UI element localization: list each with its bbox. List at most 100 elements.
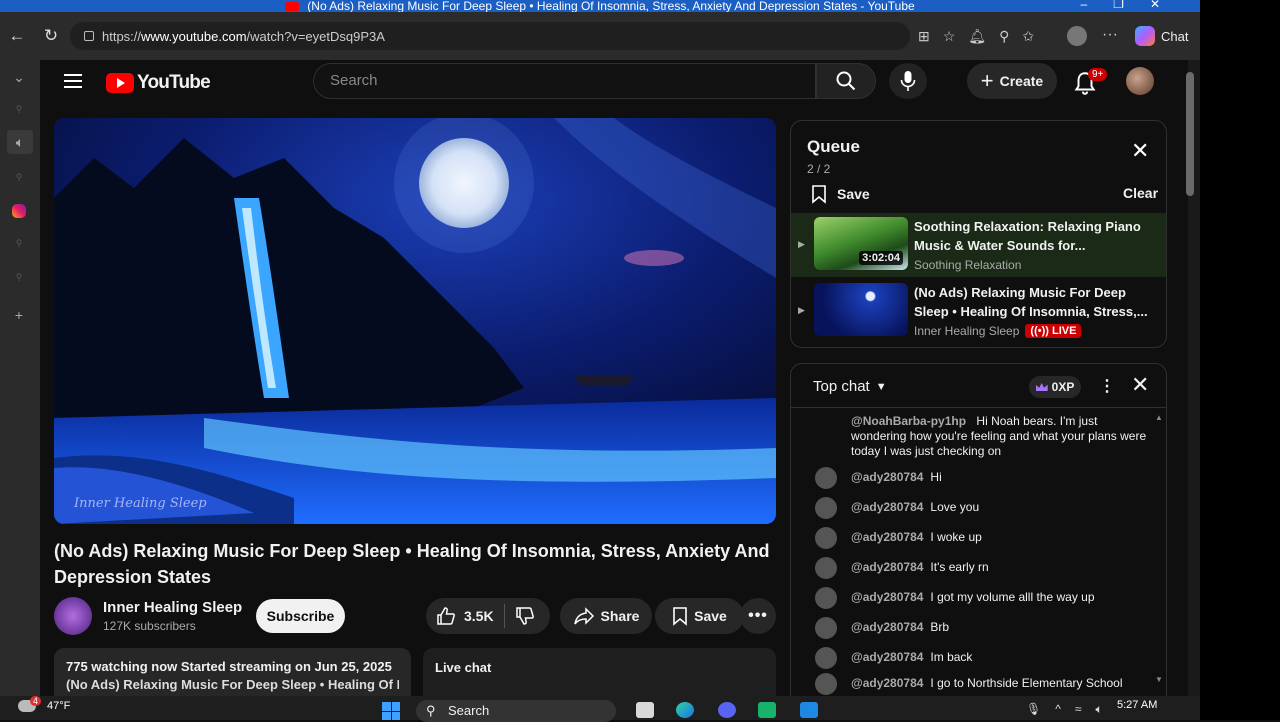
play-icon: ▶ [798, 305, 805, 315]
chevron-up-icon[interactable]: ^ [1055, 702, 1061, 717]
create-button[interactable]: + Create [967, 63, 1057, 99]
channel-name[interactable]: Inner Healing Sleep [103, 599, 242, 616]
like-button[interactable]: 3.5K [426, 606, 494, 626]
restore-icon[interactable]: ❐ [1113, 0, 1150, 11]
queue-item[interactable]: ▶ 3:02:04 Soothing Relaxation: Relaxing … [791, 213, 1166, 277]
queue-item-channel-name: Inner Healing Sleep [914, 324, 1020, 338]
weather-badge: 4 [30, 696, 42, 706]
instagram-icon[interactable] [12, 204, 26, 218]
hamburger-menu-icon[interactable] [64, 74, 82, 92]
wifi-icon[interactable]: ≈ [1075, 702, 1082, 717]
chat-message[interactable]: @ady280784 I woke up [815, 527, 1155, 549]
subscribe-button[interactable]: Subscribe [256, 599, 345, 633]
chat-more-icon[interactable]: ⋮ [1099, 376, 1115, 396]
speaker-icon[interactable]: 🔈︎ [7, 130, 33, 154]
copilot-chat-button[interactable]: Chat [1135, 26, 1188, 46]
chat-text: Im back [930, 650, 973, 664]
share-button[interactable]: Share [560, 598, 652, 634]
channel-avatar[interactable] [54, 597, 92, 635]
microphone-icon [900, 71, 916, 91]
save-button[interactable]: Save [655, 598, 744, 634]
video-player[interactable]: Inner Healing Sleep [54, 118, 776, 524]
chat-message[interactable]: @ady280784 Im back [815, 647, 1155, 669]
thumbs-down-icon[interactable] [515, 606, 535, 626]
page-scrollbar-thumb[interactable] [1186, 72, 1194, 196]
create-label: Create [999, 73, 1044, 89]
volume-icon[interactable]: 🔈︎ [1095, 702, 1102, 717]
description-text: (No Ads) Relaxing Music For Deep Sleep •… [66, 677, 399, 692]
search-input[interactable]: Search [313, 63, 816, 99]
sidebar-search-icon-2[interactable]: ⚲ [10, 168, 28, 186]
description-box[interactable]: 775 watching now Started streaming on Ju… [54, 648, 411, 696]
share-label: Share [600, 608, 640, 624]
notification-bell-icon[interactable]: 🔔︎ [968, 28, 986, 45]
queue-save-label: Save [837, 186, 870, 202]
chat-message[interactable]: @ady280784 It's early rn [815, 557, 1155, 579]
discord-icon[interactable] [718, 702, 736, 718]
youtube-logo[interactable]: YouTube [106, 72, 211, 94]
close-queue-icon[interactable]: ✕ [1131, 140, 1149, 162]
clock[interactable]: 5:27 AM [1117, 699, 1157, 711]
chat-mode-label: Top chat [813, 378, 870, 395]
favorite-star-icon[interactable]: ☆ [943, 28, 956, 45]
queue-clear-button[interactable]: Clear [1123, 185, 1158, 201]
xp-badge[interactable]: 0XP [1029, 376, 1081, 398]
app-available-icon[interactable]: ⊞ [918, 28, 930, 45]
taskbar-search-icon: ⚲ [426, 703, 436, 718]
sidebar-search-icon-4[interactable]: ⚲ [10, 268, 28, 286]
address-bar[interactable]: https://www.youtube.com/watch?v=eyetDsq9… [70, 22, 910, 50]
edge-browser-icon[interactable] [676, 702, 694, 718]
window-controls[interactable]: –❐✕ [1080, 0, 1186, 10]
back-icon[interactable]: ← [0, 26, 34, 46]
taskbar-search[interactable]: ⚲ Search [416, 700, 616, 722]
sidebar-search-icon[interactable]: ⚲ [10, 100, 28, 118]
queue-save-button[interactable]: Save [811, 184, 870, 204]
chat-scroll-down-icon[interactable]: ▼ [1155, 675, 1163, 684]
windows-start-icon[interactable] [382, 702, 400, 720]
chat-mode-dropdown[interactable]: Top chat ▼ [813, 378, 887, 395]
sidebar-search-icon-3[interactable]: ⚲ [10, 234, 28, 252]
chat-avatar [815, 673, 837, 695]
chat-message[interactable]: @ady280784 Love you [815, 497, 1155, 519]
description-stats: 775 watching now Started streaming on Ju… [66, 659, 392, 674]
notifications-badge: 9+ [1088, 68, 1108, 81]
queue-item-channel: Soothing Relaxation [914, 258, 1021, 272]
chat-message[interactable]: @NoahBarba-py1hp Hi Noah bears. I'm just… [815, 414, 1155, 459]
chat-message[interactable]: @ady280784 I go to Northside Elementary … [815, 673, 1155, 695]
favorites-icon[interactable]: ✩ [1022, 28, 1034, 45]
close-window-icon[interactable]: ✕ [1150, 0, 1186, 11]
browser-profile-avatar[interactable] [1067, 26, 1087, 46]
live-chat-tab[interactable]: Live chat [423, 648, 776, 696]
chat-message[interactable]: @ady280784 Hi [815, 467, 1155, 489]
sidebar-collapse-icon[interactable]: ⌄ [10, 68, 28, 86]
queue-item[interactable]: ▶ (No Ads) Relaxing Music For Deep Sleep… [791, 279, 1166, 343]
store-app-icon[interactable] [800, 702, 818, 718]
weather-widget[interactable]: 4 47°F [18, 696, 70, 712]
chat-text: It's early rn [930, 560, 989, 574]
add-icon[interactable]: + [10, 306, 28, 324]
account-avatar[interactable] [1126, 67, 1154, 95]
extensions-icon[interactable]: ⚲ [999, 28, 1009, 45]
system-tray: 🎙︎ ^ ≈ 🔈︎ [1026, 702, 1103, 717]
chat-message[interactable]: @ady280784 I got my volume alll the way … [815, 587, 1155, 609]
channel-watermark: Inner Healing Sleep [74, 496, 207, 511]
queue-duration: 3:02:04 [859, 251, 903, 265]
chat-scroll-up-icon[interactable]: ▲ [1155, 413, 1163, 422]
chat-message[interactable]: @ady280784 Brb [815, 617, 1155, 639]
chat-text: Love you [930, 500, 980, 514]
site-info-icon[interactable] [84, 31, 94, 41]
close-chat-icon[interactable]: ✕ [1131, 374, 1149, 396]
microphone-tray-icon[interactable]: 🎙︎ [1026, 702, 1041, 717]
minimize-icon[interactable]: – [1080, 0, 1113, 11]
youtube-page: YouTube Search + Create 9+ Inner Healing… [40, 60, 1200, 696]
youtube-play-icon [106, 73, 134, 93]
browser-menu-icon[interactable]: ··· [1102, 26, 1118, 44]
refresh-icon[interactable]: ↻ [34, 26, 68, 46]
search-button[interactable] [816, 63, 876, 99]
voice-search-button[interactable] [889, 63, 927, 99]
more-actions-button[interactable]: ••• [740, 598, 776, 634]
queue-count: 2 / 2 [807, 162, 831, 176]
game-app-icon[interactable] [758, 702, 776, 718]
file-explorer-icon[interactable] [636, 702, 654, 718]
queue-item-channel: Inner Healing Sleep ((•)) LIVE [914, 324, 1082, 338]
